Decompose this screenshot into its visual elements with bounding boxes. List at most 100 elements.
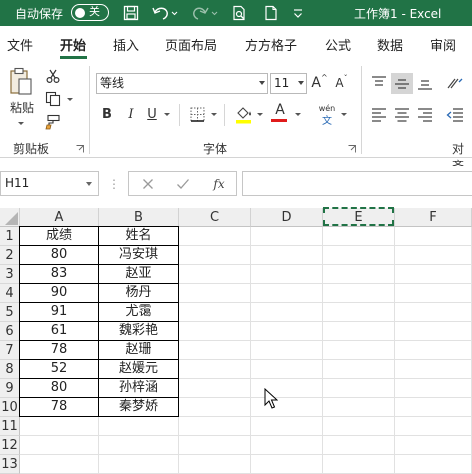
cell-f5[interactable] [395, 303, 472, 322]
phonetic-guide-bottom[interactable]: 文 [318, 113, 336, 127]
cell-b6[interactable]: 魏彩艳 [99, 322, 179, 341]
tab-file[interactable]: 文件 [7, 35, 33, 54]
customize-qat-icon[interactable] [290, 3, 306, 23]
clipboard-launcher-icon[interactable] [75, 144, 85, 154]
font-launcher-icon[interactable] [347, 144, 357, 154]
copy-icon[interactable] [44, 90, 62, 108]
row-header-10[interactable]: 10 [0, 398, 20, 417]
cell-d4[interactable] [251, 284, 323, 303]
cell-c11[interactable] [179, 417, 251, 436]
cell-f12[interactable] [395, 436, 472, 455]
row-header-2[interactable]: 2 [0, 246, 20, 265]
align-bottom-icon[interactable] [415, 74, 435, 92]
cell-e4[interactable] [323, 284, 395, 303]
cell-e11[interactable] [323, 417, 395, 436]
cell-a1[interactable]: 成绩 [20, 227, 99, 246]
cell-d7[interactable] [251, 341, 323, 360]
cell-b7[interactable]: 赵珊 [99, 341, 179, 360]
cell-d11[interactable] [251, 417, 323, 436]
cell-a2[interactable]: 80 [20, 246, 99, 265]
row-header-7[interactable]: 7 [0, 341, 20, 360]
undo-icon[interactable] [150, 3, 180, 23]
column-header-d[interactable]: D [251, 208, 323, 227]
cell-a12[interactable] [20, 436, 99, 455]
redo-icon[interactable] [190, 3, 220, 23]
paste-button-label[interactable]: 粘贴 [8, 99, 36, 115]
phonetic-dropdown-icon[interactable] [341, 113, 347, 116]
cell-c5[interactable] [179, 303, 251, 322]
cell-d10[interactable] [251, 398, 323, 417]
cell-c8[interactable] [179, 360, 251, 379]
tab-formulas[interactable]: 公式 [325, 35, 351, 54]
column-header-c[interactable]: C [179, 208, 251, 227]
row-header-8[interactable]: 8 [0, 360, 20, 379]
cell-f7[interactable] [395, 341, 472, 360]
font-color-glyph[interactable]: A [272, 102, 288, 118]
cell-a3[interactable]: 83 [20, 265, 99, 284]
formula-input[interactable] [242, 171, 472, 196]
cell-c3[interactable] [179, 265, 251, 284]
cell-c12[interactable] [179, 436, 251, 455]
align-middle-icon[interactable] [391, 73, 413, 94]
cell-c4[interactable] [179, 284, 251, 303]
cell-c1[interactable] [179, 227, 251, 246]
align-top-icon[interactable] [369, 74, 389, 92]
tab-home[interactable]: 开始 [60, 35, 86, 54]
tab-fangfang[interactable]: 方方格子 [245, 35, 297, 54]
cell-e6[interactable] [323, 322, 395, 341]
cell-d1[interactable] [251, 227, 323, 246]
row-header-4[interactable]: 4 [0, 284, 20, 303]
cell-f6[interactable] [395, 322, 472, 341]
borders-dropdown-icon[interactable] [211, 113, 217, 116]
cell-a4[interactable]: 90 [20, 284, 99, 303]
cell-b5[interactable]: 尤霭 [99, 303, 179, 322]
cell-a13[interactable] [20, 455, 99, 474]
cell-d13[interactable] [251, 455, 323, 474]
select-all-corner[interactable] [0, 208, 20, 227]
cell-c13[interactable] [179, 455, 251, 474]
cut-icon[interactable] [44, 67, 62, 85]
cell-d3[interactable] [251, 265, 323, 284]
cell-b9[interactable]: 孙梓涵 [99, 379, 179, 398]
tab-data[interactable]: 数据 [377, 35, 403, 54]
italic-button[interactable]: I [124, 105, 138, 123]
row-header-3[interactable]: 3 [0, 265, 20, 284]
align-center-icon[interactable] [392, 106, 412, 124]
font-size-dropdown-icon[interactable] [298, 81, 304, 85]
autosave-toggle[interactable]: 关 [71, 4, 109, 21]
row-header-5[interactable]: 5 [0, 303, 20, 322]
align-right-icon[interactable] [415, 106, 435, 124]
tab-insert[interactable]: 插入 [113, 35, 139, 54]
cell-b8[interactable]: 赵媛元 [99, 360, 179, 379]
cell-e13[interactable] [323, 455, 395, 474]
cell-d12[interactable] [251, 436, 323, 455]
cell-d2[interactable] [251, 246, 323, 265]
shrink-font-button[interactable]: Aˇ [333, 73, 350, 93]
cell-a11[interactable] [20, 417, 99, 436]
cell-b10[interactable]: 秦梦娇 [99, 398, 179, 417]
cell-c9[interactable] [179, 379, 251, 398]
row-header-9[interactable]: 9 [0, 379, 20, 398]
cell-a9[interactable]: 80 [20, 379, 99, 398]
cell-e8[interactable] [323, 360, 395, 379]
cell-e9[interactable] [323, 379, 395, 398]
font-name-dropdown-icon[interactable] [259, 81, 265, 85]
name-box-dropdown-icon[interactable] [86, 182, 92, 186]
cell-e1[interactable] [323, 227, 395, 246]
row-header-13[interactable]: 13 [0, 455, 20, 474]
cell-e12[interactable] [323, 436, 395, 455]
row-header-11[interactable]: 11 [0, 417, 20, 436]
underline-button[interactable]: U [145, 105, 159, 123]
paste-icon[interactable] [8, 66, 34, 98]
cell-b13[interactable] [99, 455, 179, 474]
cell-b2[interactable]: 冯安琪 [99, 246, 179, 265]
copy-dropdown-icon[interactable] [67, 98, 73, 101]
row-header-1[interactable]: 1 [0, 227, 20, 246]
cell-d9[interactable] [251, 379, 323, 398]
cell-b3[interactable]: 赵亚 [99, 265, 179, 284]
cell-a5[interactable]: 91 [20, 303, 99, 322]
cell-f2[interactable] [395, 246, 472, 265]
font-size-combo[interactable]: 11 [270, 73, 307, 94]
borders-icon[interactable] [188, 105, 206, 123]
cell-f9[interactable] [395, 379, 472, 398]
